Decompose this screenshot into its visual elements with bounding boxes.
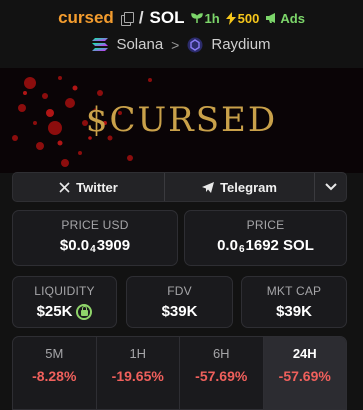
price-usd-prefix: $0.0 [59,237,90,254]
liquidity-label: LIQUIDITY [34,284,95,298]
price-change-tabs: 5M -8.28% 1H -19.65% 6H -57.69% 24H -57.… [12,336,347,410]
boost-badge[interactable]: 500 [225,10,260,26]
price-usd-card: PRICE USD $0.0 4 3909 [12,210,178,266]
pair-title-row: cursed / SOL 1h 500 Ads [0,8,363,28]
telegram-button[interactable]: Telegram [165,173,315,201]
sprout-icon [190,13,203,23]
chevron-down-icon [324,183,337,191]
twitter-label: Twitter [76,179,118,195]
fdv-card: FDV $39K [126,276,233,328]
price-usd-label: PRICE USD [61,218,129,232]
ads-badge[interactable]: Ads [265,11,305,26]
liquidity-value-row: $25K [37,303,93,320]
tab-24h[interactable]: 24H -57.69% [263,337,346,409]
tab-5m-label: 5M [45,346,64,361]
chain-dex-row: Solana > Raydium [0,36,363,53]
liquidity-value: $25K [36,303,73,320]
tab-6h-label: 6H [212,346,230,361]
tab-24h-label: 24H [292,346,317,361]
tab-5m-change: -8.28% [32,368,77,384]
lightning-icon [225,11,236,25]
lock-icon[interactable] [76,303,93,320]
copy-icon[interactable] [120,12,134,26]
price-sol-zero-count: 6 [238,244,245,255]
mkt-cap-card: MKT CAP $39K [241,276,347,328]
dex-name[interactable]: Raydium [211,36,270,53]
more-links-button[interactable] [315,173,346,201]
social-links-bar: Twitter Telegram [12,172,347,202]
ads-badge-label: Ads [280,10,305,26]
price-sol-value: 0.0 6 1692 SOL [217,237,314,255]
price-sol-digits: 1692 SOL [245,237,314,254]
tab-5m[interactable]: 5M -8.28% [13,337,97,409]
pair-header: cursed / SOL 1h 500 Ads Solana > Raydium [0,0,363,68]
age-badge[interactable]: 1h [190,10,220,26]
telegram-icon [202,181,215,193]
mkt-cap-value: $39K [276,303,312,320]
tab-6h-change: -57.69% [195,368,248,384]
price-usd-zero-count: 4 [90,244,96,255]
megaphone-icon [266,13,276,23]
tab-6h[interactable]: 6H -57.69% [180,337,264,409]
tab-24h-change: -57.69% [278,368,331,384]
banner-title: $CURSED [85,100,278,140]
telegram-label: Telegram [220,179,277,195]
pair-separator: / [138,8,144,27]
price-sol-label: PRICE [246,218,285,232]
twitter-button[interactable]: Twitter [13,173,165,201]
tab-1h-label: 1H [129,346,147,361]
chevron-right-icon: > [171,36,180,53]
tab-1h-change: -19.65% [111,368,164,384]
tab-1h[interactable]: 1H -19.65% [97,337,180,409]
price-sol-prefix: 0.0 [217,237,238,254]
solana-icon [92,38,109,51]
price-usd-digits: 3909 [96,237,131,254]
token-name: cursed [58,8,114,27]
age-badge-label: 1h [204,10,220,26]
fdv-label: FDV [167,284,192,298]
price-sol-card: PRICE 0.0 6 1692 SOL [184,210,347,266]
boost-badge-label: 500 [237,10,260,26]
quote-token: SOL [149,8,185,27]
price-usd-value: $0.0 4 3909 [59,237,131,255]
liquidity-card: LIQUIDITY $25K [12,276,117,328]
mkt-cap-label: MKT CAP [266,284,322,298]
x-logo-icon [59,181,70,193]
fdv-value: $39K [161,303,198,320]
token-banner: $CURSED [0,68,363,173]
chain-name[interactable]: Solana [116,36,163,53]
raydium-icon [187,37,203,52]
